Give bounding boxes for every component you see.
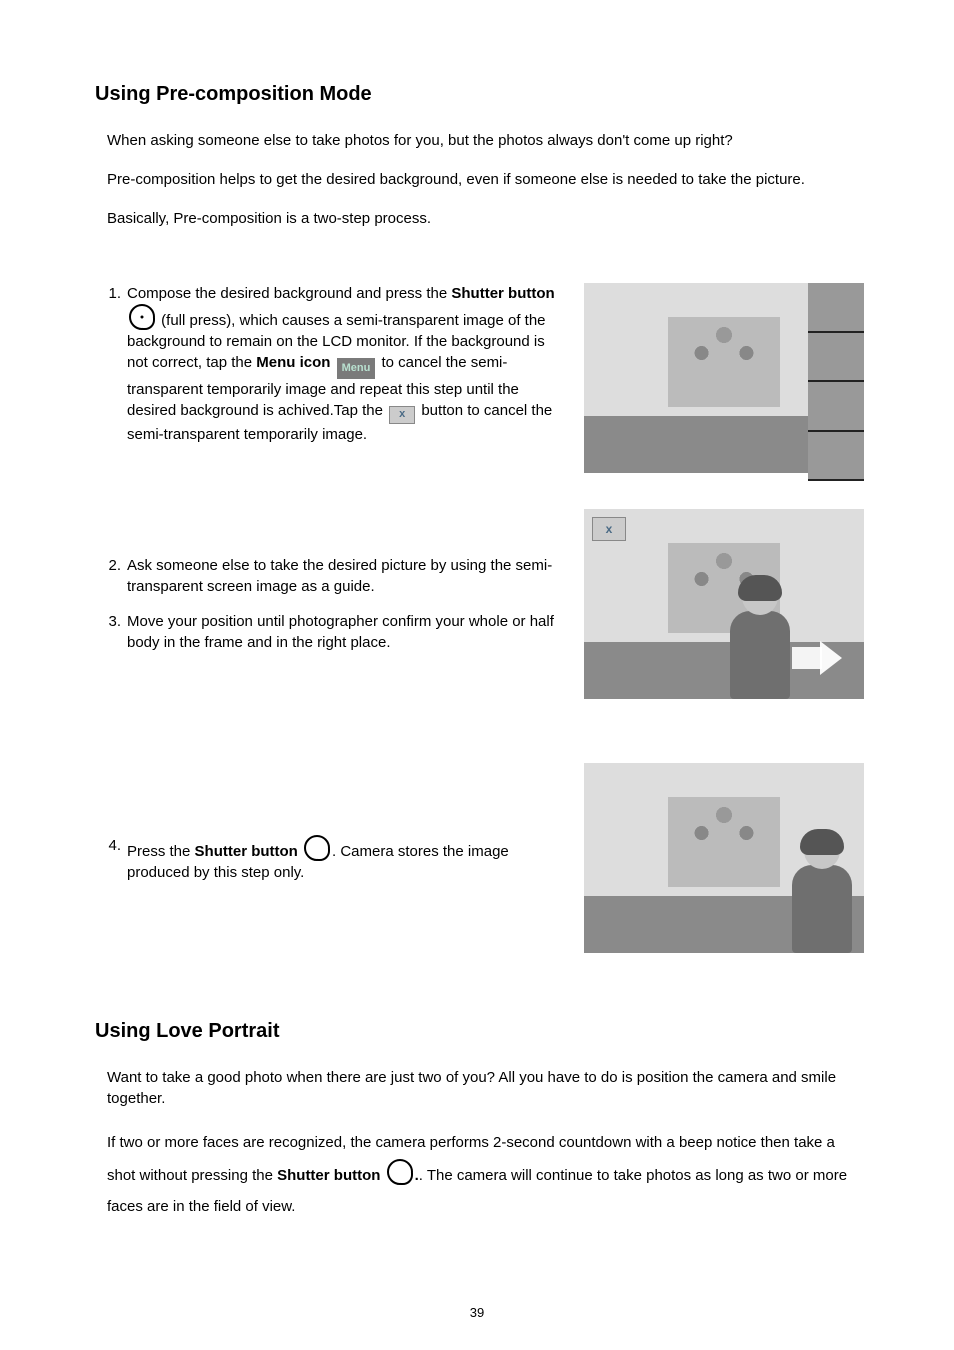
bold-text: Shutter button	[277, 1167, 384, 1184]
illustration-step4	[584, 763, 864, 953]
step-4: 4. Press the Shutter button . Camera sto…	[95, 835, 564, 883]
bold-text: Shutter button	[195, 843, 302, 860]
arrow-right-icon	[792, 637, 854, 679]
intro-paragraph: Basically, Pre-composition is a two-step…	[107, 208, 864, 229]
step-number: 1.	[95, 283, 121, 304]
bold-text: Shutter button	[451, 285, 554, 302]
illustration-step1	[584, 283, 864, 473]
shutter-button-icon	[129, 304, 155, 330]
step-text: Ask someone else to take the desired pic…	[127, 557, 552, 595]
section-heading-precomposition: Using Pre-composition Mode	[95, 80, 864, 108]
text-fragment: Press the	[127, 843, 195, 860]
body-paragraph: Want to take a good photo when there are…	[107, 1067, 864, 1109]
x-button-icon: x	[389, 406, 415, 424]
menu-icon: Menu	[337, 358, 376, 379]
bold-text: Menu icon	[256, 354, 330, 371]
text-fragment: Compose the desired background and press…	[127, 285, 451, 302]
step-number: 4.	[95, 835, 121, 856]
body-paragraph: If two or more faces are recognized, the…	[107, 1127, 864, 1223]
step-3: 3. Move your position until photographer…	[95, 611, 564, 653]
page-number: 39	[0, 1304, 954, 1322]
shutter-button-icon	[387, 1159, 413, 1185]
step-number: 3.	[95, 611, 121, 632]
step-text: Move your position until photographer co…	[127, 613, 554, 651]
intro-paragraph: When asking someone else to take photos …	[107, 130, 864, 151]
section-heading-love-portrait: Using Love Portrait	[95, 1017, 864, 1045]
step-number: 2.	[95, 555, 121, 576]
step-text: Compose the desired background and press…	[127, 285, 555, 443]
step-1: 1. Compose the desired background and pr…	[95, 283, 564, 445]
shutter-button-icon	[304, 835, 330, 861]
x-overlay-icon	[592, 517, 626, 541]
step-2: 2. Ask someone else to take the desired …	[95, 555, 564, 597]
step-text: Press the Shutter button . Camera stores…	[127, 843, 509, 881]
intro-paragraph: Pre-composition helps to get the desired…	[107, 169, 864, 190]
illustration-step2-3	[584, 509, 864, 699]
